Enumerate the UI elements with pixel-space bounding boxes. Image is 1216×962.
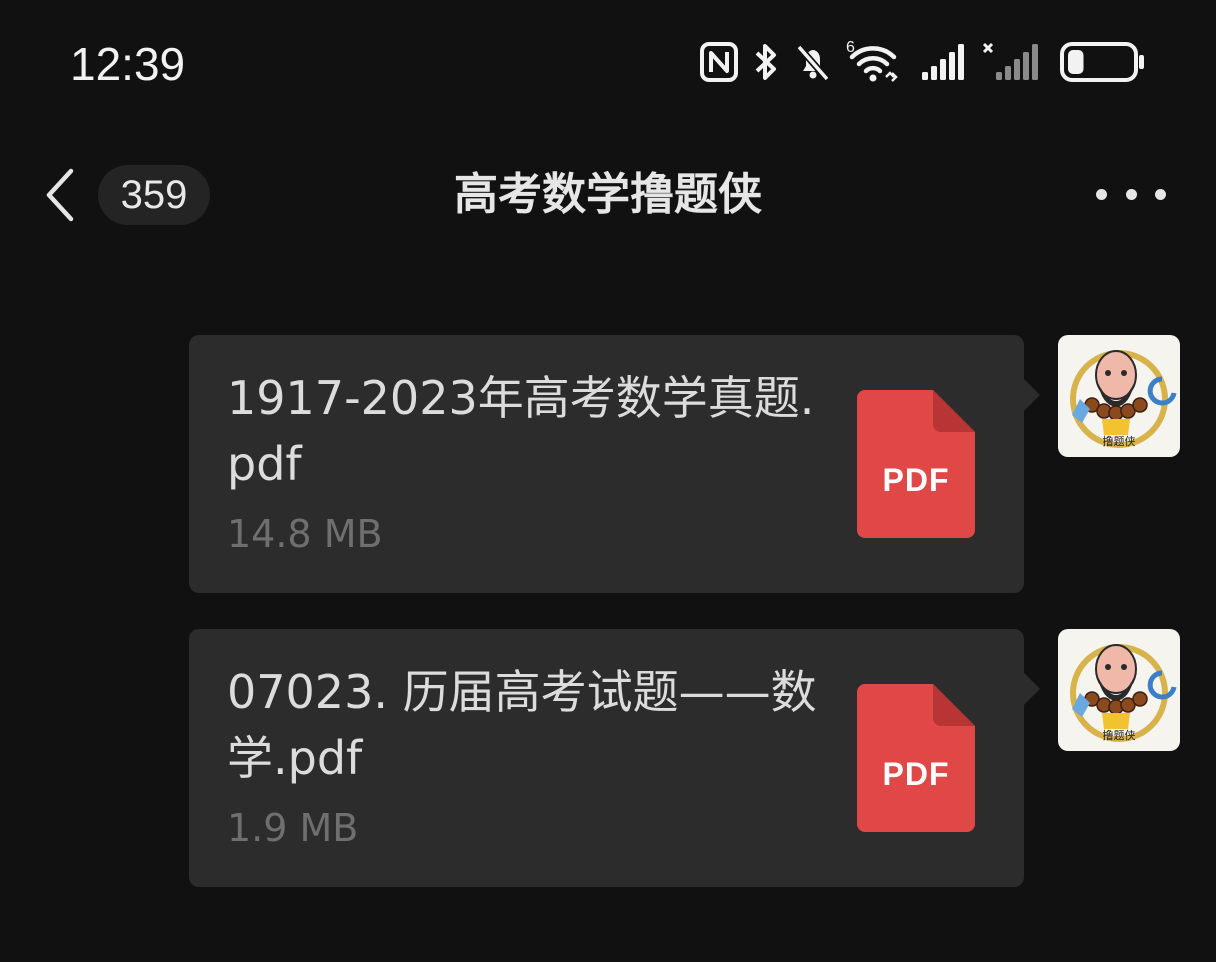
signal-no-service-icon bbox=[982, 42, 1042, 82]
more-dot-icon bbox=[1155, 188, 1166, 200]
signal-icon bbox=[920, 42, 968, 82]
back-button[interactable]: 359 bbox=[40, 162, 220, 228]
file-name: 1917-2023年高考数学真题.pdf bbox=[227, 371, 815, 491]
message-row: 07023. 历届高考试题——数学.pdf 1.9 MB PDF 撸题侠 bbox=[0, 629, 1216, 889]
chat-header: 359 高考数学撸题侠 bbox=[0, 150, 1216, 240]
file-name: 07023. 历届高考试题——数学.pdf bbox=[227, 665, 817, 785]
file-size: 1.9 MB bbox=[227, 806, 359, 850]
bluetooth-icon bbox=[752, 42, 780, 82]
status-time: 12:39 bbox=[70, 38, 186, 90]
sender-avatar[interactable]: 撸题侠 bbox=[1058, 335, 1180, 457]
pdf-label: PDF bbox=[882, 756, 950, 792]
bubble-tail bbox=[1024, 673, 1040, 705]
pdf-file-icon: PDF bbox=[857, 684, 975, 832]
bubble-tail bbox=[1024, 379, 1040, 411]
more-dot-icon bbox=[1125, 188, 1137, 200]
battery-icon bbox=[1060, 41, 1146, 83]
avatar-caption: 撸题侠 bbox=[1103, 728, 1136, 742]
chevron-left-icon bbox=[40, 165, 80, 225]
sender-avatar[interactable]: 撸题侠 bbox=[1058, 629, 1180, 751]
pdf-label: PDF bbox=[882, 462, 950, 498]
status-icons: 6 bbox=[686, 38, 1146, 86]
wifi-6-icon: 6 bbox=[846, 39, 900, 83]
unread-count-badge: 359 bbox=[98, 165, 210, 225]
wifi-generation-label: 6 bbox=[846, 39, 855, 56]
file-size: 14.8 MB bbox=[227, 512, 383, 556]
chat-title: 高考数学撸题侠 bbox=[454, 169, 762, 220]
mute-icon bbox=[794, 42, 832, 82]
avatar-caption: 撸题侠 bbox=[1103, 434, 1136, 448]
file-message-bubble[interactable]: 1917-2023年高考数学真题.pdf 14.8 MB PDF bbox=[189, 335, 1040, 593]
message-row: 1917-2023年高考数学真题.pdf 14.8 MB PDF 撸题侠 bbox=[0, 335, 1216, 595]
more-options-button[interactable] bbox=[1096, 174, 1166, 214]
nfc-icon bbox=[700, 42, 738, 82]
more-dot-icon bbox=[1096, 188, 1107, 200]
status-bar: 12:39 6 bbox=[0, 0, 1216, 120]
file-message-bubble[interactable]: 07023. 历届高考试题——数学.pdf 1.9 MB PDF bbox=[189, 629, 1040, 887]
pdf-file-icon: PDF bbox=[857, 390, 975, 538]
